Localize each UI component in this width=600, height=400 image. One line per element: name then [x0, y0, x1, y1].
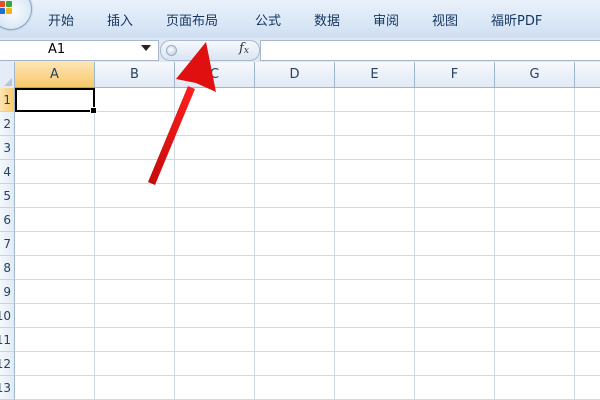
- row-header-1[interactable]: 1: [0, 88, 15, 112]
- row-number: 10: [0, 309, 11, 323]
- column-header-a[interactable]: A: [15, 62, 95, 88]
- row-number: 1: [3, 93, 11, 107]
- tab-review[interactable]: 审阅: [373, 10, 399, 29]
- select-all-button[interactable]: [0, 62, 15, 89]
- resize-handle-icon[interactable]: [166, 45, 177, 56]
- column-header-c[interactable]: C: [175, 62, 255, 88]
- formula-input[interactable]: [260, 40, 600, 61]
- row-header-5[interactable]: 5: [0, 184, 15, 208]
- chevron-down-icon[interactable]: [141, 45, 151, 51]
- row-number: 8: [3, 261, 11, 275]
- worksheet-grid: A B C D E F G 1 2 3 4 5 6 7 8 9 10 11 12…: [0, 62, 600, 400]
- row-header-10[interactable]: 10: [0, 304, 15, 328]
- active-cell-a1[interactable]: [15, 88, 97, 114]
- row-header-11[interactable]: 11: [0, 328, 15, 352]
- row-number: 5: [3, 189, 11, 203]
- tab-home[interactable]: 开始: [48, 10, 74, 29]
- row-header-3[interactable]: 3: [0, 136, 15, 160]
- column-header-partial[interactable]: [575, 62, 600, 88]
- name-box[interactable]: A1: [0, 40, 159, 61]
- ribbon-tab-bar: 开始 插入 页面布局 公式 数据 审阅 视图 福昕PDF: [0, 0, 600, 39]
- row-number: 4: [3, 165, 11, 179]
- tab-data[interactable]: 数据: [314, 10, 340, 29]
- row-number: 11: [0, 333, 11, 347]
- column-header-b[interactable]: B: [95, 62, 175, 88]
- row-header-13[interactable]: 13: [0, 376, 15, 400]
- cell-area[interactable]: [15, 88, 600, 400]
- office-logo-icon: [0, 1, 13, 15]
- tab-formulas[interactable]: 公式: [255, 10, 281, 29]
- row-number: 12: [0, 357, 11, 371]
- row-header-7[interactable]: 7: [0, 232, 15, 256]
- tab-insert[interactable]: 插入: [107, 10, 133, 29]
- fill-handle[interactable]: [90, 107, 97, 114]
- select-all-triangle-icon: [4, 78, 12, 86]
- column-header-e[interactable]: E: [335, 62, 415, 88]
- column-header-f[interactable]: F: [415, 62, 495, 88]
- row-number: 6: [3, 213, 11, 227]
- column-header-g[interactable]: G: [495, 62, 575, 88]
- row-header-12[interactable]: 12: [0, 352, 15, 376]
- formula-bar: A1 fx: [0, 38, 600, 63]
- row-number: 13: [0, 381, 11, 395]
- row-header-6[interactable]: 6: [0, 208, 15, 232]
- tab-view[interactable]: 视图: [432, 10, 458, 29]
- row-number: 3: [3, 141, 11, 155]
- row-number: 9: [3, 285, 11, 299]
- tab-foxit-pdf[interactable]: 福昕PDF: [491, 10, 542, 29]
- insert-function-button[interactable]: fx: [239, 41, 249, 56]
- fx-pill: fx: [160, 40, 260, 61]
- row-number: 2: [3, 117, 11, 131]
- row-header-9[interactable]: 9: [0, 280, 15, 304]
- row-header-8[interactable]: 8: [0, 256, 15, 280]
- office-button[interactable]: [0, 0, 32, 30]
- column-header-d[interactable]: D: [255, 62, 335, 88]
- row-header-4[interactable]: 4: [0, 160, 15, 184]
- row-number: 7: [3, 237, 11, 251]
- tab-page-layout[interactable]: 页面布局: [166, 10, 218, 29]
- name-box-value: A1: [48, 42, 66, 57]
- row-header-2[interactable]: 2: [0, 112, 15, 136]
